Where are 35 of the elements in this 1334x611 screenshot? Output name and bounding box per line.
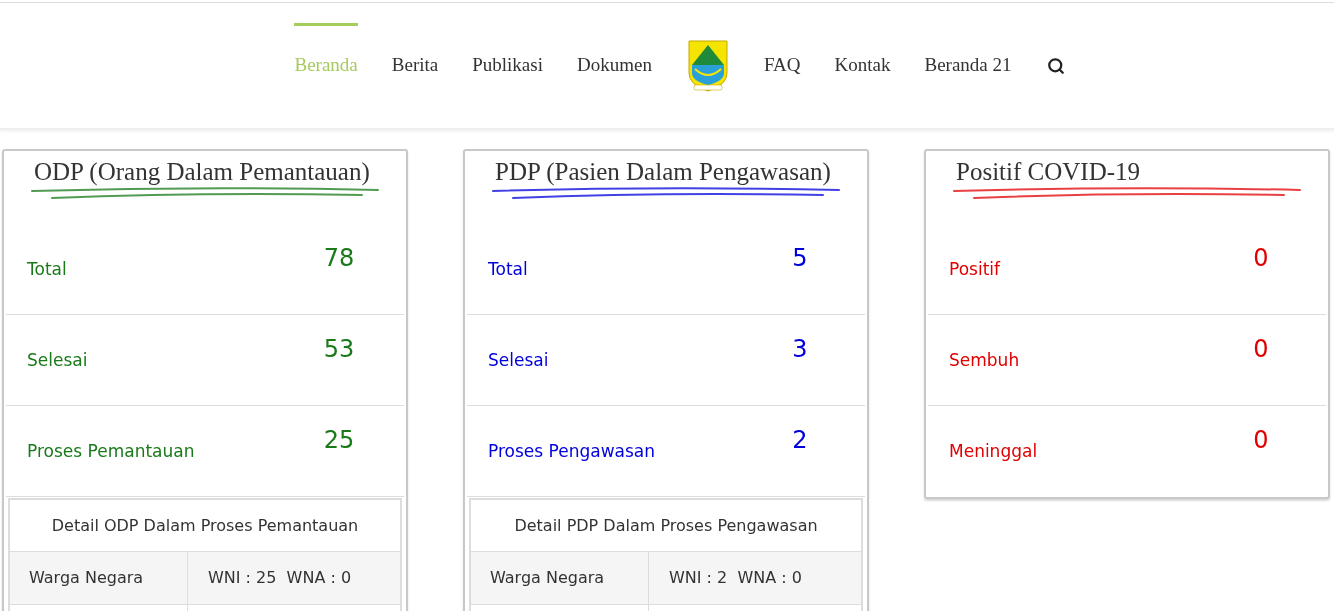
- stat-value: 0: [1252, 244, 1270, 272]
- card-title: ODP (Orang Dalam Pemantauan): [33, 157, 371, 187]
- stat-value: 25: [322, 426, 356, 454]
- nav-link[interactable]: Berita: [391, 51, 439, 80]
- search-icon[interactable]: [1046, 56, 1065, 75]
- detail-title: Detail ODP Dalam Proses Pemantauan: [51, 514, 359, 537]
- stat-value: 78: [322, 244, 356, 272]
- stat-label: Meninggal: [949, 440, 1038, 462]
- stat-label: Selesai: [488, 349, 549, 371]
- detail-title: Detail PDP Dalam Proses Pengawasan: [514, 514, 818, 537]
- stat-value: 53: [322, 335, 356, 363]
- nav-link[interactable]: FAQ: [763, 51, 801, 80]
- stat-label: Selesai: [27, 349, 88, 371]
- stat-value: 0: [1252, 335, 1270, 363]
- stat-label: Sembuh: [949, 349, 1020, 371]
- coat-of-arms-logo[interactable]: [685, 38, 730, 93]
- nav-link[interactable]: Publikasi: [472, 51, 543, 80]
- stat-label: Proses Pemantauan: [27, 440, 195, 462]
- stat-value: 2: [791, 426, 809, 454]
- stat-label: Total: [488, 258, 528, 280]
- nav-link[interactable]: Dokumen: [576, 51, 652, 80]
- stat-label: Positif: [949, 258, 1000, 280]
- card-title: Positif COVID-19: [955, 157, 1142, 187]
- card-title: PDP (Pasien Dalam Pengawasan): [494, 157, 832, 187]
- nav-link[interactable]: Kontak: [834, 51, 891, 80]
- stat-value: 0: [1252, 426, 1270, 454]
- stat-label: Total: [27, 258, 67, 280]
- table-cell-text: WNI : 25 WNA : 0: [208, 567, 352, 589]
- stat-value: 5: [791, 244, 809, 272]
- stat-value: 3: [791, 335, 809, 363]
- table-cell-text: Warga Negara: [490, 567, 605, 589]
- nav-link[interactable]: Beranda 21: [924, 51, 1012, 80]
- stat-label: Proses Pengawasan: [488, 440, 655, 462]
- table-cell-text: Warga Negara: [29, 567, 144, 589]
- table-cell-text: WNI : 2 WNA : 0: [669, 567, 802, 589]
